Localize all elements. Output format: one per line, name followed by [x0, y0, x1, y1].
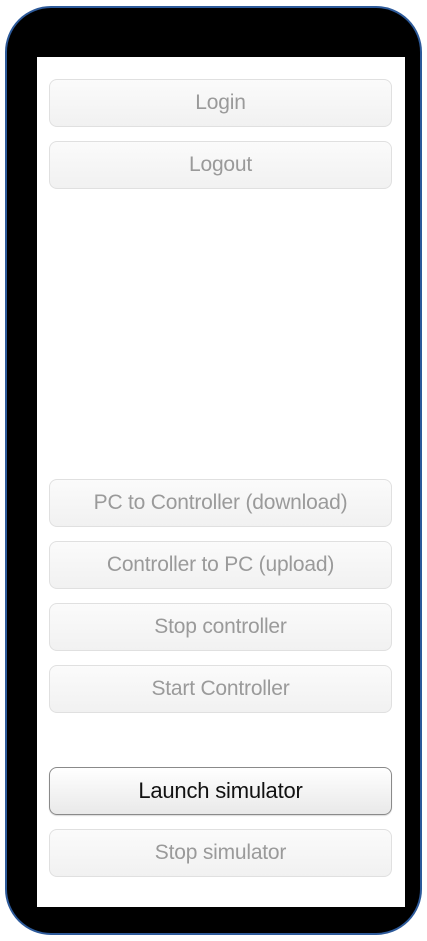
- logout-button[interactable]: Logout: [49, 141, 392, 189]
- launch-simulator-button[interactable]: Launch simulator: [49, 767, 392, 815]
- stop-simulator-button[interactable]: Stop simulator: [49, 829, 392, 877]
- stop-controller-button[interactable]: Stop controller: [49, 603, 392, 651]
- controller-to-pc-upload-button[interactable]: Controller to PC (upload): [49, 541, 392, 589]
- pc-to-controller-download-button[interactable]: PC to Controller (download): [49, 479, 392, 527]
- device-frame: Login Logout PC to Controller (download)…: [5, 6, 422, 935]
- control-panel: Login Logout PC to Controller (download)…: [37, 57, 405, 907]
- start-controller-button[interactable]: Start Controller: [49, 665, 392, 713]
- login-button[interactable]: Login: [49, 79, 392, 127]
